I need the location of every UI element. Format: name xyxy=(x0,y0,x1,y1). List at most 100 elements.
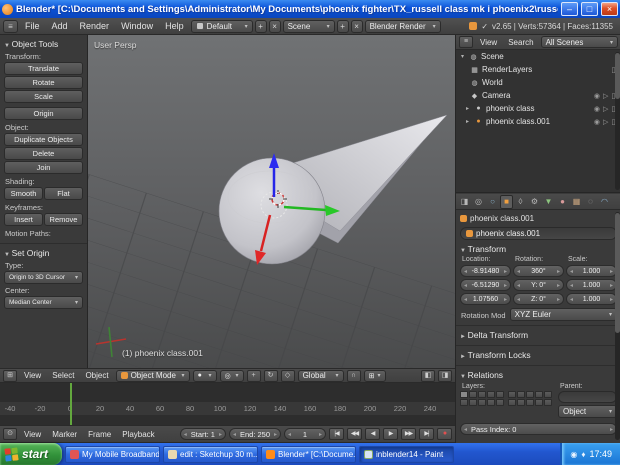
insert-keyframe-button[interactable]: Insert xyxy=(4,213,43,226)
outliner-item-phoenix-class-001[interactable]: ▸ ● phoenix class.001 ◉ ▷ ◨ xyxy=(456,115,620,128)
current-frame-indicator[interactable] xyxy=(70,383,72,425)
tab-physics[interactable]: ◠ xyxy=(598,195,611,209)
rotate-button[interactable]: Rotate xyxy=(4,76,83,89)
manipulator-scale-icon[interactable]: ◇ xyxy=(280,369,295,382)
play-button[interactable]: ▶ xyxy=(383,428,398,440)
layer-cell[interactable] xyxy=(508,399,516,406)
mode-dropdown[interactable]: Object Mode xyxy=(115,369,190,382)
viewport-canvas[interactable] xyxy=(88,35,455,368)
layer-cell[interactable] xyxy=(469,399,477,406)
play-reverse-button[interactable]: ◀ xyxy=(365,428,380,440)
manipulator-rotate-icon[interactable]: ↻ xyxy=(263,369,278,382)
scale-y-field[interactable]: 1.000 xyxy=(566,279,617,291)
timeline-view-menu[interactable]: View xyxy=(20,430,45,439)
object-name-field[interactable]: phoenix class.001 xyxy=(460,227,617,240)
translate-button[interactable]: Translate xyxy=(4,62,83,75)
rotation-x-field[interactable]: 360° xyxy=(513,265,564,277)
center-dropdown[interactable]: Median Center xyxy=(4,296,83,309)
tab-render[interactable]: ◨ xyxy=(458,195,471,209)
prev-keyframe-button[interactable]: ◀◀ xyxy=(347,428,362,440)
jump-to-start-button[interactable]: |◀ xyxy=(329,428,344,440)
layer-cell[interactable] xyxy=(517,399,525,406)
parent-type-dropdown[interactable]: Object xyxy=(558,405,617,418)
frame-end-field[interactable]: End: 250 xyxy=(228,428,281,440)
object-tools-panel-header[interactable]: Object Tools xyxy=(4,38,83,50)
layer-cell[interactable] xyxy=(517,391,525,398)
tab-object-data[interactable]: ▼ xyxy=(542,195,555,209)
next-keyframe-button[interactable]: ▶▶ xyxy=(401,428,416,440)
set-origin-panel-header[interactable]: Set Origin xyxy=(4,247,83,259)
remove-keyframe-button[interactable]: Remove xyxy=(44,213,83,226)
tab-particles[interactable]: ◌ xyxy=(584,195,597,209)
view-menu[interactable]: View xyxy=(20,371,45,380)
layer-cell[interactable] xyxy=(535,391,543,398)
layer-cell[interactable] xyxy=(508,391,516,398)
properties-scrollbar[interactable] xyxy=(615,212,620,440)
frame-start-field[interactable]: Start: 1 xyxy=(179,428,226,440)
layer-cell[interactable] xyxy=(526,399,534,406)
add-scene-button[interactable]: + xyxy=(336,19,349,33)
snap-magnet-icon[interactable]: ∩ xyxy=(346,369,361,382)
select-menu[interactable]: Select xyxy=(48,371,78,380)
outliner-search-menu[interactable]: Search xyxy=(504,38,537,47)
outliner-item-renderlayers[interactable]: ▦ RenderLayers ◨ xyxy=(456,63,620,76)
location-y-field[interactable]: -6.51290 xyxy=(460,279,511,291)
system-tray[interactable]: ◉ ♦ 17:49 xyxy=(560,443,620,465)
parent-field[interactable] xyxy=(558,391,617,403)
layer-cell[interactable] xyxy=(478,391,486,398)
outliner-item-scene[interactable]: ▾ ◍ Scene xyxy=(456,50,620,63)
tab-scene[interactable]: ◎ xyxy=(472,195,485,209)
screen-layout-selector[interactable]: Default xyxy=(190,19,253,33)
select-toggle-icon[interactable]: ▷ xyxy=(603,105,608,113)
layer-cell[interactable] xyxy=(544,391,552,398)
render-opengl-anim-button[interactable]: ◨ xyxy=(438,369,452,382)
snap-element-dropdown[interactable]: ⊞ xyxy=(363,369,386,382)
timeline-playback-menu[interactable]: Playback xyxy=(118,430,158,439)
menu-file[interactable]: File xyxy=(20,21,45,31)
scale-z-field[interactable]: 1.000 xyxy=(566,293,617,305)
shading-dropdown[interactable]: ● xyxy=(192,369,217,382)
transform-locks-panel-header[interactable]: Transform Locks xyxy=(460,349,617,361)
layer-cell[interactable] xyxy=(460,399,468,406)
eye-toggle-icon[interactable]: ◉ xyxy=(594,118,600,126)
join-button[interactable]: Join xyxy=(4,161,83,174)
layer-cell[interactable] xyxy=(478,399,486,406)
location-x-field[interactable]: -8.91480 xyxy=(460,265,511,277)
expander-icon[interactable]: ▾ xyxy=(459,53,466,60)
info-editor-icon[interactable]: ≡ xyxy=(3,19,18,33)
record-button[interactable]: ● xyxy=(437,428,452,440)
relations-panel-header[interactable]: Relations xyxy=(460,369,617,381)
outliner-item-camera[interactable]: ◆ Camera ◉ ▷ ◨ xyxy=(456,89,620,102)
manipulator-translate-icon[interactable]: + xyxy=(246,369,261,382)
outliner-item-world[interactable]: ◍ World xyxy=(456,76,620,89)
tab-object[interactable]: ■ xyxy=(500,194,513,209)
layer-cell[interactable] xyxy=(535,399,543,406)
outliner-scrollbar[interactable] xyxy=(615,52,620,190)
menu-window[interactable]: Window xyxy=(116,21,158,31)
origin-type-dropdown[interactable]: Origin to 3D Cursor xyxy=(4,271,83,284)
delete-button[interactable]: Delete xyxy=(4,147,83,160)
scale-button[interactable]: Scale xyxy=(4,90,83,103)
tab-material[interactable]: ● xyxy=(556,195,569,209)
current-frame-field[interactable]: 1 xyxy=(284,428,326,440)
scene-selector[interactable]: Scene xyxy=(282,19,335,33)
view3d-editor-icon[interactable]: ⊞ xyxy=(3,369,17,382)
eye-toggle-icon[interactable]: ◉ xyxy=(594,92,600,100)
timeline-editor-icon[interactable]: ⊙ xyxy=(3,428,17,440)
remove-layout-button[interactable]: × xyxy=(268,19,281,33)
smooth-button[interactable]: Smooth xyxy=(4,187,43,200)
flat-button[interactable]: Flat xyxy=(44,187,83,200)
location-z-field[interactable]: 1.07560 xyxy=(460,293,511,305)
select-toggle-icon[interactable]: ▷ xyxy=(603,118,608,126)
window-titlebar[interactable]: Blender* [C:\Documents and Settings\Admi… xyxy=(0,0,620,18)
taskbar-item-sketchup[interactable]: edit : Sketchup 30 m... xyxy=(163,445,259,463)
menu-render[interactable]: Render xyxy=(75,21,115,31)
tab-modifiers[interactable]: ⚙ xyxy=(528,195,541,209)
layer-cell[interactable] xyxy=(487,399,495,406)
scale-x-field[interactable]: 1.000 xyxy=(566,265,617,277)
eye-toggle-icon[interactable]: ◉ xyxy=(594,105,600,113)
remove-scene-button[interactable]: × xyxy=(350,19,363,33)
expander-icon[interactable]: ▸ xyxy=(464,118,471,125)
menu-help[interactable]: Help xyxy=(160,21,189,31)
object-menu[interactable]: Object xyxy=(81,371,112,380)
